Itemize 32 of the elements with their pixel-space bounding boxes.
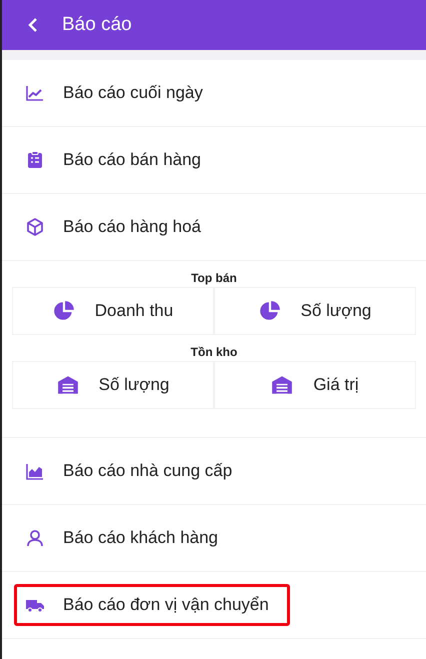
report-tile[interactable]: Doanh thu bbox=[12, 287, 214, 335]
area-chart-icon bbox=[25, 461, 45, 481]
tile-label: Giá trị bbox=[313, 375, 359, 395]
warehouse-icon bbox=[271, 374, 294, 396]
back-icon[interactable] bbox=[26, 17, 40, 33]
report-item[interactable]: Báo cáo bán hàng bbox=[14, 139, 212, 181]
report-item-label[interactable]: Báo cáo đơn vị vận chuyển bbox=[63, 595, 269, 615]
tile-label: Số lượng bbox=[98, 375, 170, 395]
report-item-label[interactable]: Báo cáo khách hàng bbox=[63, 528, 218, 548]
screen-title: Báo cáo bbox=[62, 14, 132, 36]
group-title: Tồn kho bbox=[190, 345, 238, 359]
report-item-label[interactable]: Báo cáo nhà cung cấp bbox=[63, 461, 232, 481]
cube-icon bbox=[25, 217, 45, 237]
trend-chart-icon bbox=[25, 83, 45, 103]
report-item-label[interactable]: Báo cáo bán hàng bbox=[63, 150, 202, 170]
report-tile[interactable]: Số lượng bbox=[12, 361, 214, 409]
tile-label: Số lượng bbox=[300, 301, 372, 321]
report-item-label[interactable]: Báo cáo cuối ngày bbox=[63, 83, 203, 103]
group-title: Top bán bbox=[190, 271, 238, 285]
report-tile[interactable]: Giá trị bbox=[214, 361, 416, 409]
report-item[interactable]: Báo cáo khách hàng bbox=[14, 517, 230, 559]
person-icon bbox=[25, 528, 45, 548]
report-item[interactable]: Báo cáo cuối ngày bbox=[14, 72, 214, 114]
report-item-label[interactable]: Báo cáo hàng hoá bbox=[63, 217, 202, 237]
warehouse-icon bbox=[56, 374, 79, 396]
tile-label: Doanh thu bbox=[94, 301, 174, 321]
clipboard-icon bbox=[25, 150, 45, 170]
report-item[interactable]: Báo cáo nhà cung cấp bbox=[14, 450, 244, 492]
report-item[interactable]: Báo cáo hàng hoá bbox=[14, 206, 212, 248]
pie-chart-icon bbox=[52, 300, 75, 322]
report-tile[interactable]: Số lượng bbox=[214, 287, 416, 335]
pie-chart-icon bbox=[258, 300, 281, 322]
